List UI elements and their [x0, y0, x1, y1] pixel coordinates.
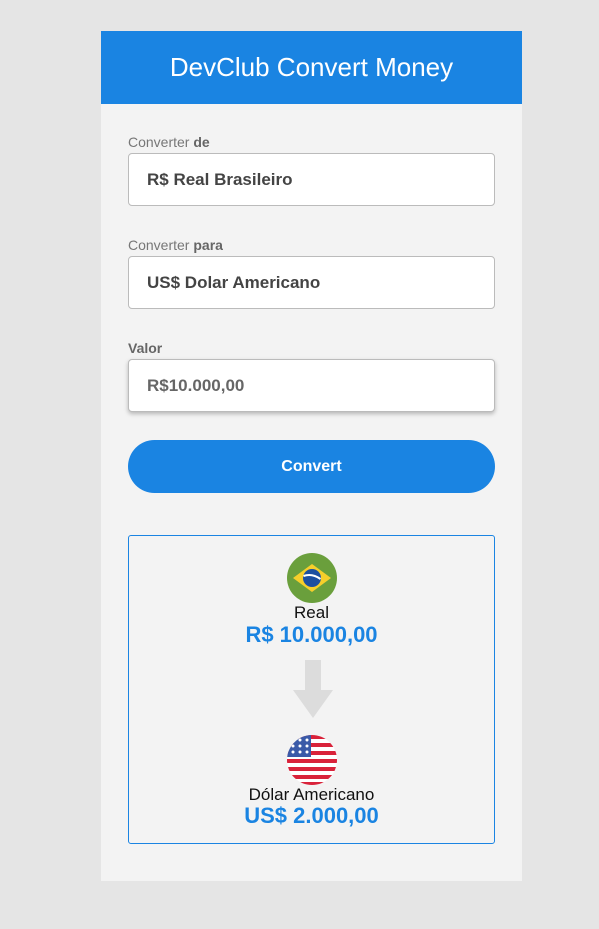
from-currency-name: Real: [294, 603, 329, 622]
app-title: DevClub Convert Money: [169, 52, 454, 82]
to-amount: US$ 2.000,00: [244, 803, 379, 828]
to-currency-name: Dólar Americano: [248, 785, 375, 804]
app-header: DevClub Convert Money: [101, 31, 522, 104]
from-label: Converter de: [128, 134, 210, 150]
converter-card: DevClub Convert Money Converter de R$ Re…: [101, 31, 522, 881]
to-label: Converter para: [128, 237, 223, 253]
result-box: Real R$ 10.000,00 Dólar Americano US$ 2.…: [128, 535, 495, 844]
amount-label: Valor: [128, 340, 163, 356]
from-currency-select[interactable]: R$ Real Brasileiro: [128, 153, 495, 206]
from-amount: R$ 10.000,00: [245, 622, 378, 647]
amount-input[interactable]: R$10.000,00: [128, 359, 495, 412]
brazil-flag-icon: [287, 553, 337, 603]
arrow-down-icon: [293, 660, 333, 723]
to-currency-select[interactable]: US$ Dolar Americano: [128, 256, 495, 309]
convert-button[interactable]: Convert: [128, 440, 495, 493]
usa-flag-icon: [287, 735, 337, 785]
